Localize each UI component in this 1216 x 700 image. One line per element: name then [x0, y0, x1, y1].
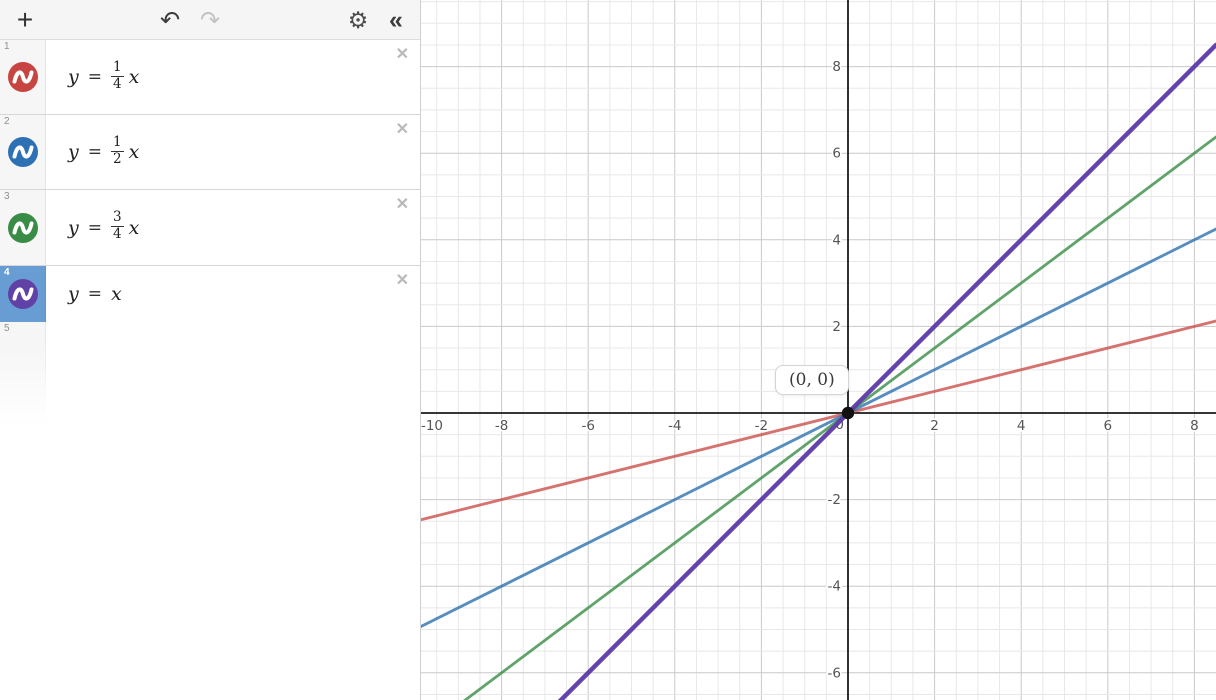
delete-expression-icon[interactable]: ✕ [396, 273, 409, 289]
expression-content-empty[interactable] [46, 322, 420, 432]
curve-visibility-icon[interactable] [7, 62, 38, 92]
expression-row-2[interactable]: 2 y = 1 2 x ✕ [0, 115, 420, 190]
redo-button[interactable]: ↷ [192, 0, 228, 40]
expression-row-1[interactable]: 1 y = 1 4 x ✕ [0, 40, 420, 115]
expression-content[interactable]: y = 1 2 x ✕ [46, 115, 420, 189]
expression-index: 3 [4, 191, 10, 202]
delete-expression-icon[interactable]: ✕ [396, 47, 409, 63]
expression-content[interactable]: y = x ✕ [46, 266, 420, 322]
fraction: 1 2 [110, 133, 124, 167]
curve-visibility-icon[interactable] [7, 212, 38, 243]
expression-toolbar: + ↶ ↷ ⚙ « [0, 0, 420, 40]
curve-visibility-icon[interactable] [7, 279, 38, 309]
expression-content[interactable]: y = 1 4 x ✕ [46, 40, 420, 114]
collapse-panel-button[interactable]: « [378, 0, 414, 40]
undo-button[interactable]: ↶ [152, 0, 188, 40]
svg-text:2: 2 [930, 418, 939, 434]
expression-gutter-1[interactable]: 1 [0, 40, 46, 114]
expression-index: 4 [4, 267, 10, 278]
expression-math: y = x [68, 283, 122, 305]
expression-row-5-empty[interactable]: 5 [0, 322, 420, 432]
graph-paper[interactable]: -10 -8 -6 -4 -2 2 4 6 8 8 6 4 2 -2 -4 -6 0 (0, 0) [421, 0, 1216, 700]
expression-gutter-5: 5 [0, 322, 46, 432]
expression-index: 2 [4, 116, 10, 127]
graph-svg[interactable]: -10 -8 -6 -4 -2 2 4 6 88642-2-4-60 [421, 0, 1216, 700]
svg-text:-6: -6 [581, 418, 594, 434]
svg-text:-10: -10 [421, 418, 443, 434]
expression-gutter-3[interactable]: 3 [0, 190, 46, 265]
svg-text:6: 6 [1104, 418, 1113, 434]
svg-text:-6: -6 [828, 665, 841, 681]
expression-content[interactable]: y = 3 4 x ✕ [46, 190, 420, 265]
svg-text:4: 4 [832, 232, 841, 248]
fraction: 1 4 [110, 58, 124, 92]
expression-gutter-4[interactable]: 4 [0, 266, 46, 322]
svg-text:2: 2 [832, 319, 841, 335]
expression-math: y = 1 2 x [68, 133, 140, 167]
delete-expression-icon[interactable]: ✕ [396, 122, 409, 138]
expression-index: 5 [4, 323, 10, 334]
expression-index: 1 [4, 41, 10, 52]
svg-text:8: 8 [1190, 418, 1199, 434]
delete-expression-icon[interactable]: ✕ [396, 197, 409, 213]
expression-math: y = 1 4 x [68, 58, 140, 92]
svg-text:-4: -4 [828, 579, 841, 595]
svg-text:8: 8 [832, 59, 841, 75]
expression-row-3[interactable]: 3 y = 3 4 x ✕ [0, 190, 420, 266]
svg-text:-4: -4 [668, 418, 681, 434]
svg-text:-2: -2 [828, 492, 841, 508]
expression-gutter-2[interactable]: 2 [0, 115, 46, 189]
expression-math: y = 3 4 x [68, 209, 140, 242]
svg-text:4: 4 [1017, 418, 1026, 434]
point-label-tooltip: (0, 0) [775, 365, 849, 395]
curve-visibility-icon[interactable] [7, 137, 38, 167]
svg-text:-8: -8 [495, 418, 508, 434]
settings-gear-icon[interactable]: ⚙ [340, 0, 376, 40]
svg-text:-2: -2 [755, 418, 768, 434]
add-expression-button[interactable]: + [8, 0, 42, 40]
expression-row-4-selected[interactable]: 4 y = x ✕ [0, 266, 420, 322]
expression-panel: + ↶ ↷ ⚙ « 1 y = 1 4 x ✕ 2 y = 1 2 x ✕ 3 … [0, 0, 421, 700]
fraction: 3 4 [110, 209, 124, 242]
svg-text:6: 6 [832, 146, 841, 162]
